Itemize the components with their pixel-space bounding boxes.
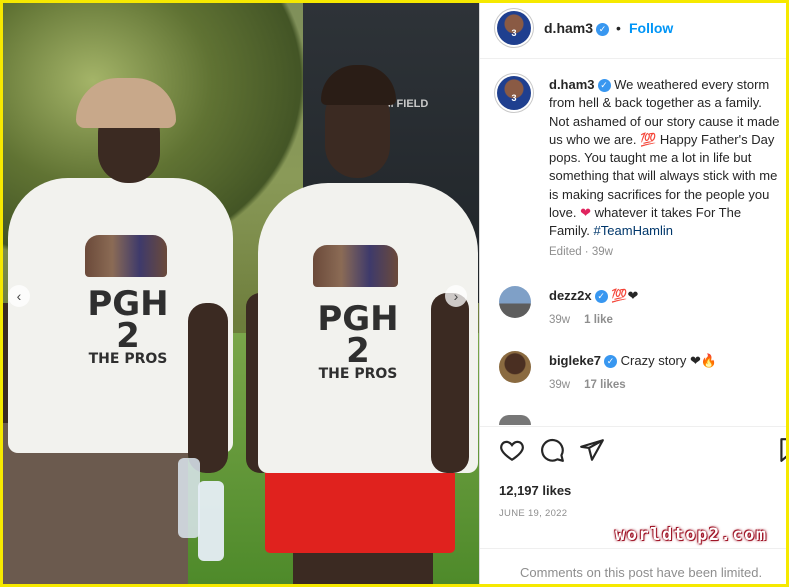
caption-username[interactable]: d.ham3 — [549, 77, 595, 92]
post-photo[interactable]: C GRAHAM FIELD PGH 2 THE PROS PGH 2 THE … — [3, 3, 479, 584]
shirt-cartoon-right — [313, 245, 398, 287]
person-right-legs — [293, 548, 433, 584]
username-text: d.ham3 — [544, 20, 594, 36]
heart-outline-icon[interactable] — [499, 437, 525, 463]
edited-timestamp: Edited · 39w — [549, 246, 613, 258]
comment-age: 39w — [549, 314, 571, 326]
shirt-print-sub: THE PROS — [88, 350, 168, 367]
verified-badge-icon: ✓ — [597, 79, 611, 92]
username-link[interactable]: d.ham3 ✓ — [544, 20, 610, 36]
post-frame: C GRAHAM FIELD PGH 2 THE PROS PGH 2 THE … — [3, 3, 786, 584]
comment-text: 💯❤ — [611, 288, 639, 303]
comment-likes[interactable]: 1 like — [584, 314, 613, 326]
shirt-cartoon-left — [85, 235, 167, 277]
comment-age: 39w — [549, 379, 571, 391]
comment-meta: 39w 1 like — [549, 314, 613, 326]
follow-button[interactable]: Follow — [629, 20, 673, 36]
red-shorts — [265, 463, 455, 553]
person-right-arm-right — [431, 293, 469, 473]
likes-count[interactable]: 12,197 likes — [499, 483, 571, 498]
verified-badge-icon: ✓ — [594, 290, 608, 303]
post-side-panel: 3 d.ham3 ✓ • Follow 3 d.ham3 ✓ We weathere… — [479, 3, 786, 584]
caption-avatar[interactable]: 3 — [497, 76, 531, 110]
separator-dot: • — [616, 20, 621, 36]
post-date: JUNE 19, 2022 — [499, 508, 568, 519]
chevron-right-icon[interactable]: › — [445, 285, 467, 307]
comment-meta: 39w 17 likes — [549, 379, 626, 391]
avatar[interactable]: 3 — [497, 11, 531, 45]
chevron-left-icon[interactable]: ‹ — [8, 285, 30, 307]
hashtag-link[interactable]: #TeamHamlin — [594, 223, 673, 238]
paper-plane-icon[interactable] — [579, 437, 605, 463]
heart-emoji-icon: ❤ — [580, 205, 591, 221]
post-caption: d.ham3 ✓ We weathered every storm from he… — [549, 76, 781, 241]
post-header: 3 d.ham3 ✓ • Follow — [480, 3, 786, 59]
shirt-print-sub: THE PROS — [318, 365, 398, 382]
bookmark-icon[interactable] — [776, 437, 786, 463]
verified-badge-icon: ✓ — [596, 23, 610, 36]
verified-badge-icon: ✓ — [604, 355, 618, 368]
shirt-print-right: PGH 2 THE PROS — [308, 302, 408, 382]
comments-limited-bar: Comments on this post have been limited. — [480, 548, 786, 584]
shirt-print-left: PGH 2 THE PROS — [78, 287, 178, 367]
comment-avatar[interactable] — [499, 286, 531, 318]
comments-limited-text: Comments on this post have been limited. — [520, 565, 763, 580]
comment-body: bigleke7 ✓ Crazy story ❤🔥 — [549, 353, 717, 369]
person-left-arm-right — [188, 303, 228, 473]
comment-icon[interactable] — [539, 437, 565, 463]
comment-avatar-partial[interactable] — [499, 415, 531, 425]
comment-body: dezz2x ✓ 💯❤ — [549, 288, 638, 304]
comment-likes[interactable]: 17 likes — [584, 379, 626, 391]
comment-username[interactable]: bigleke7 — [549, 353, 601, 368]
avatar-number: 3 — [511, 28, 517, 38]
comment-text: Crazy story ❤🔥 — [620, 353, 718, 368]
action-bar — [480, 426, 786, 467]
caption-text: We weathered every storm from hell & bac… — [549, 77, 780, 221]
watermark: worldtop2.com — [615, 525, 768, 545]
comment-username[interactable]: dezz2x — [549, 288, 592, 303]
water-bottle — [198, 481, 224, 561]
avatar-number: 3 — [511, 93, 517, 103]
comment-avatar[interactable] — [499, 351, 531, 383]
shirt-print-main: PGH 2 — [87, 284, 169, 357]
water-bottle — [178, 458, 200, 538]
shirt-print-main: PGH 2 — [317, 299, 399, 372]
